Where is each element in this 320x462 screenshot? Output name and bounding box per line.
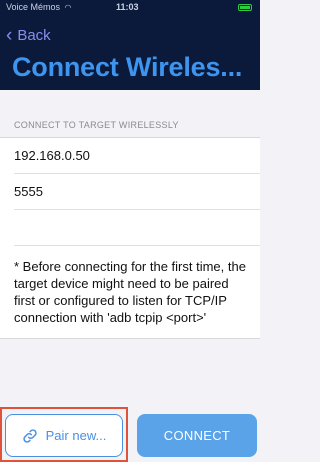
link-icon	[22, 428, 37, 443]
back-button[interactable]: ‹ Back	[6, 24, 51, 46]
pair-new-label: Pair new...	[45, 428, 107, 443]
connect-button[interactable]: CONNECT	[137, 414, 257, 457]
carrier-label: Voice Mémos ◠	[6, 2, 72, 12]
ip-field-row	[14, 138, 260, 174]
pairing-note: * Before connecting for the first time, …	[14, 259, 246, 325]
ip-address-field[interactable]	[14, 138, 250, 173]
pair-new-button[interactable]: Pair new...	[5, 414, 123, 457]
screen: Voice Mémos ◠ 11:03 ‹ Back Connect Wirel…	[0, 0, 260, 462]
extra-field-row	[14, 210, 260, 246]
chevron-left-icon: ‹	[6, 24, 13, 46]
port-field[interactable]	[14, 174, 250, 209]
port-field-row	[14, 174, 260, 210]
connection-form: * Before connecting for the first time, …	[0, 137, 260, 339]
battery-icon	[238, 4, 252, 11]
connect-label: CONNECT	[163, 428, 231, 443]
extra-field[interactable]	[14, 210, 250, 245]
status-time: 11:03	[116, 2, 139, 12]
status-bar: Voice Mémos ◠ 11:03	[0, 0, 260, 16]
back-label: Back	[17, 26, 51, 44]
carrier-text: Voice Mémos	[6, 2, 61, 12]
wifi-icon: ◠	[64, 3, 72, 12]
navigation-header: Voice Mémos ◠ 11:03 ‹ Back Connect Wirel…	[0, 0, 260, 90]
section-header: CONNECT TO TARGET WIRELESSLY	[14, 120, 179, 130]
page-title: Connect Wireles...	[12, 52, 243, 82]
